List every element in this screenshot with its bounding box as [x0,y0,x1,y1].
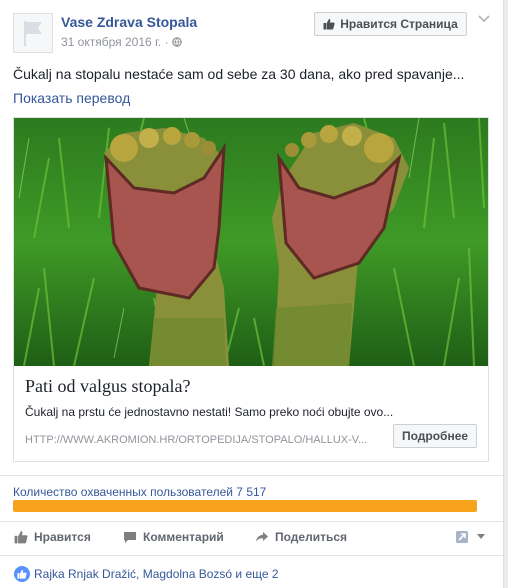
like-action[interactable]: Нравится [14,530,91,544]
post-text: Čukalj na stopalu nestaće sam od sebe za… [13,66,465,82]
boost-menu[interactable] [455,530,485,544]
link-description: Čukalj na prstu će jednostavno nestati! … [25,405,394,419]
reactions-summary[interactable]: Rajka Rnjak Dražić, Magdolna Bozsó и еще… [34,567,279,581]
reach-progress-fill [13,500,477,512]
like-page-button[interactable]: Нравится Страница [314,12,467,36]
divider [0,475,503,476]
link-domain: HTTP://WWW.AKROMION.HR/ORTOPEDIJA/STOPAL… [25,434,368,446]
flag-avatar-icon [24,21,42,46]
globe-icon [172,37,182,47]
post-date[interactable]: 31 октября 2016 г. [61,35,161,49]
reach-label: Количество охваченных пользователей 7 51… [13,485,267,499]
comment-action-label: Комментарий [143,530,224,544]
post-meta: 31 октября 2016 г. · [61,35,182,49]
link-preview-image[interactable] [14,118,488,366]
learn-more-button[interactable]: Подробнее [393,424,477,448]
page-name[interactable]: Vase Zdrava Stopala [61,14,197,30]
thumbs-up-icon [14,531,28,544]
thumbs-up-icon [17,569,27,579]
link-preview-card[interactable]: Pati od valgus stopala? Čukalj na prstu … [13,117,489,462]
meta-separator: · [164,35,169,49]
like-reaction-icon [14,566,30,582]
like-page-label: Нравится Страница [340,17,458,31]
feet-on-grass-image [14,118,488,366]
show-translation-link[interactable]: Показать перевод [13,90,130,106]
thumbs-up-icon [323,19,335,30]
chevron-down-icon[interactable] [478,14,490,24]
link-title[interactable]: Pati od valgus stopala? [25,376,190,397]
share-action[interactable]: Поделиться [255,530,347,544]
share-icon [256,532,268,542]
divider [0,521,503,522]
page-avatar[interactable] [13,13,53,53]
comment-action[interactable]: Комментарий [123,530,224,544]
like-action-label: Нравится [34,530,91,544]
post-card: Vase Zdrava Stopala 31 октября 2016 г. ·… [0,0,504,588]
share-action-label: Поделиться [275,530,348,544]
reach-progress-bar [13,500,477,512]
boost-icon [456,531,468,543]
chevron-down-icon [477,534,485,539]
comment-icon [124,531,136,543]
divider [0,555,503,556]
